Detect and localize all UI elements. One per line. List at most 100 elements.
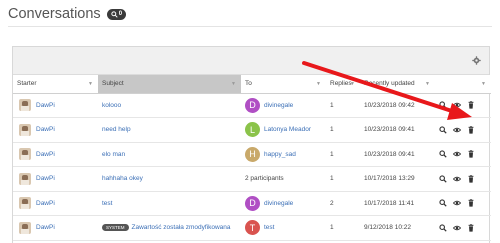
column-header-starter[interactable]: Starter ▼	[13, 75, 98, 94]
trash-icon[interactable]	[467, 223, 475, 232]
starter-cell: DawPi	[13, 93, 98, 118]
subject-cell: hahhaha okey	[98, 166, 241, 192]
avatar[interactable]	[19, 197, 31, 210]
system-badge: SYSTEM	[102, 224, 129, 232]
to-cell: D divinegale	[241, 191, 326, 216]
avatar[interactable]	[19, 148, 31, 161]
subject-link[interactable]: elo man	[102, 151, 125, 158]
eye-icon[interactable]	[453, 224, 461, 232]
replies-cell: 1	[326, 142, 360, 167]
trash-icon[interactable]	[467, 125, 475, 134]
search-icon[interactable]	[439, 126, 447, 134]
eye-icon[interactable]	[453, 150, 461, 158]
trash-icon[interactable]	[467, 101, 475, 109]
search-badge[interactable]: 0	[106, 8, 127, 20]
avatar[interactable]	[19, 99, 31, 112]
conversations-table: Starter ▼ Subject ▼ To ▼ Replies ▼ Recently …	[13, 75, 491, 241]
table-header-row: Starter ▼ Subject ▼ To ▼ Replies ▼ Recently …	[13, 75, 491, 94]
eye-icon[interactable]	[453, 101, 461, 109]
conversations-panel: Starter ▼ Subject ▼ To ▼ Replies ▼ Recently …	[12, 46, 491, 243]
actions-cell	[435, 166, 491, 192]
recipient-link[interactable]: divinegale	[264, 102, 293, 109]
subject-cell: elo man	[98, 142, 241, 167]
recipient-link[interactable]: 2 participants	[245, 175, 284, 182]
updated-cell: 9/12/2018 10:22	[360, 215, 435, 241]
avatar[interactable]	[19, 123, 31, 136]
to-cell: D divinegale	[241, 93, 326, 118]
search-icon[interactable]	[439, 199, 447, 207]
subject-link[interactable]: kolooo	[102, 102, 121, 109]
table-row[interactable]: DawPi kolooo D divinegale 1 10/23/2018 0…	[13, 93, 491, 118]
replies-cell: 1	[326, 215, 360, 241]
updated-cell: 10/23/2018 09:42	[360, 93, 435, 118]
avatar[interactable]	[19, 221, 31, 234]
updated-cell: 10/17/2018 13:29	[360, 166, 435, 192]
actions-cell	[435, 215, 491, 241]
starter-cell: DawPi	[13, 166, 98, 192]
replies-cell: 1	[326, 93, 360, 118]
subject-link[interactable]: hahhaha okey	[102, 175, 143, 182]
column-header-actions: ▼	[435, 75, 491, 94]
recipient-avatar[interactable]: D	[245, 97, 260, 113]
column-header-recently-updated[interactable]: Recently updated ▼	[360, 75, 435, 94]
recipient-avatar[interactable]: T	[245, 220, 260, 236]
starter-link[interactable]: DawPi	[36, 151, 55, 158]
subject-cell: SYSTEM Zawartość została zmodyfikowana	[98, 215, 241, 241]
recipient-link[interactable]: Latonya Meador	[264, 126, 311, 133]
eye-icon[interactable]	[453, 199, 461, 207]
trash-icon[interactable]	[467, 174, 475, 183]
subject-cell: kolooo	[98, 93, 241, 118]
updated-cell: 10/23/2018 09:41	[360, 142, 435, 167]
starter-link[interactable]: DawPi	[36, 102, 55, 109]
column-header-to[interactable]: To ▼	[241, 75, 326, 94]
table-row[interactable]: DawPi hahhaha okey 2 participants 1 10/1…	[13, 166, 491, 192]
recipient-link[interactable]: divinegale	[264, 200, 293, 207]
replies-cell: 1	[326, 117, 360, 143]
subject-link[interactable]: test	[102, 200, 112, 207]
replies-cell: 1	[326, 166, 360, 192]
sort-arrow-icon: ▼	[425, 81, 430, 87]
replies-cell: 2	[326, 191, 360, 216]
to-cell: T test	[241, 215, 326, 241]
trash-icon[interactable]	[467, 150, 475, 158]
panel-toolbar	[13, 47, 489, 75]
to-cell: L Latonya Meador	[241, 117, 326, 143]
search-icon[interactable]	[439, 101, 447, 109]
actions-cell	[435, 93, 491, 118]
badge-count: 0	[118, 11, 123, 17]
eye-icon[interactable]	[453, 126, 461, 134]
starter-link[interactable]: DawPi	[36, 175, 55, 182]
gear-icon[interactable]	[472, 56, 481, 65]
column-header-subject[interactable]: Subject ▼	[98, 75, 241, 94]
table-row[interactable]: DawPi test D divinegale 2 10/17/2018 11:…	[13, 191, 491, 216]
updated-cell: 10/23/2018 09:41	[360, 117, 435, 143]
recipient-avatar[interactable]: H	[245, 146, 260, 162]
starter-link[interactable]: DawPi	[36, 200, 55, 207]
sort-arrow-icon: ▼	[231, 81, 236, 87]
search-icon	[111, 10, 118, 18]
recipient-link[interactable]: test	[264, 224, 274, 231]
table-row[interactable]: DawPi need help L Latonya Meador 1 10/23…	[13, 117, 491, 143]
subject-link[interactable]: need help	[102, 126, 131, 133]
column-header-replies[interactable]: Replies ▼	[326, 75, 360, 94]
search-icon[interactable]	[439, 175, 447, 183]
recipient-avatar[interactable]: D	[245, 195, 260, 211]
starter-link[interactable]: DawPi	[36, 224, 55, 231]
starter-cell: DawPi	[13, 117, 98, 143]
table-row[interactable]: DawPi SYSTEM Zawartość została zmodyfikow…	[13, 215, 491, 241]
recipient-avatar[interactable]: L	[245, 122, 260, 138]
starter-cell: DawPi	[13, 142, 98, 167]
recipient-link[interactable]: happy_sad	[264, 151, 296, 158]
trash-icon[interactable]	[467, 199, 475, 207]
starter-link[interactable]: DawPi	[36, 126, 55, 133]
updated-cell: 10/17/2018 11:41	[360, 191, 435, 216]
eye-icon[interactable]	[453, 175, 461, 183]
search-icon[interactable]	[439, 224, 447, 232]
avatar[interactable]	[19, 172, 31, 185]
subject-link[interactable]: Zawartość została zmodyfikowana	[132, 224, 231, 231]
table-row[interactable]: DawPi elo man H happy_sad 1 10/23/2018 0…	[13, 142, 491, 167]
actions-cell	[435, 117, 491, 143]
search-icon[interactable]	[439, 150, 447, 158]
sort-arrow-icon: ▼	[481, 81, 486, 87]
starter-cell: DawPi	[13, 215, 98, 241]
